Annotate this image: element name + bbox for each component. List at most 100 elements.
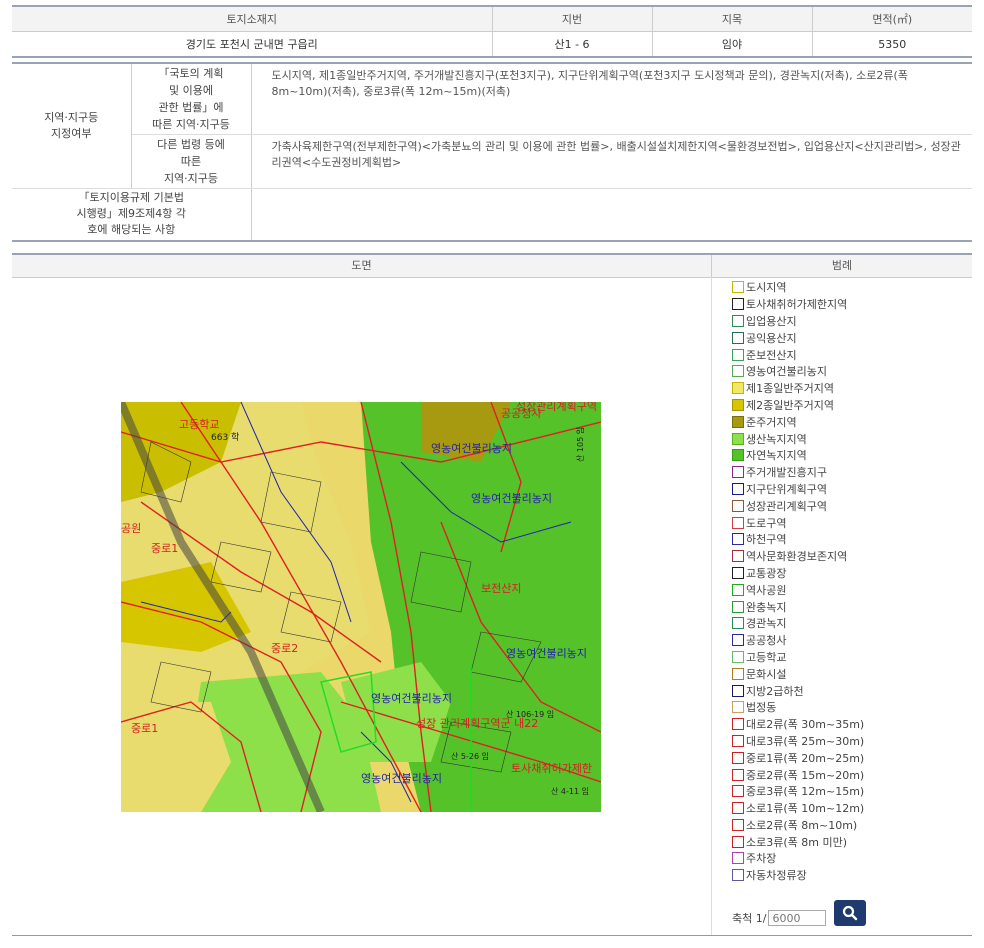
legend-label: 소로3류(폭 8m 미만) <box>746 835 848 849</box>
legend-swatch <box>732 802 744 815</box>
legend-label: 도로구역 <box>746 516 787 530</box>
legend-swatch <box>732 348 744 361</box>
legend-label: 제2종일반주거지역 <box>746 398 834 412</box>
legend-swatch <box>732 600 744 613</box>
legend-label: 생산녹지지역 <box>746 432 807 446</box>
legend-item: 중로3류(폭 12m~15m) <box>732 783 864 800</box>
scale-control: 축척 1/ <box>732 900 867 931</box>
legend-swatch <box>732 818 744 831</box>
legend-item: 대로2류(폭 30m~35m) <box>732 716 864 733</box>
legend-item: 입업용산지 <box>732 313 864 330</box>
parcel-table-header: 토지소재지 지번 지목 면적(㎡) <box>12 5 972 32</box>
zoning-table: 지역·지구등 지정여부 「국토의 계획 및 이용에 관한 법률」에 따른 지역·… <box>12 62 972 242</box>
header-location: 토지소재지 <box>12 5 492 32</box>
legend-label: 중로1류(폭 20m~25m) <box>746 751 865 765</box>
legend-item: 중로1류(폭 20m~25m) <box>732 749 864 766</box>
legend-item: 소로1류(폭 10m~12m) <box>732 800 864 817</box>
legend-swatch <box>732 331 744 344</box>
legend-label: 하천구역 <box>746 533 787 547</box>
legend-label: 대로3류(폭 25m~30m) <box>746 734 865 748</box>
map-label: 영농여건불리농지 <box>431 442 512 455</box>
legend-label: 중로3류(폭 12m~15m) <box>746 785 865 799</box>
legend-swatch <box>732 398 744 411</box>
land-category-value: 임야 <box>651 31 812 58</box>
map-label: 고등학교 <box>179 418 219 431</box>
legend-label: 준보전산지 <box>746 348 797 362</box>
legend-label: 공익용산지 <box>746 331 797 345</box>
legend-swatch <box>732 667 744 680</box>
map-label: 성장관리계획구역 <box>516 402 597 413</box>
legend-label: 자연녹지지역 <box>746 449 807 463</box>
legend-item: 중로2류(폭 15m~20m) <box>732 766 864 783</box>
other-law-value: 가축사육제한구역(전부제한구역)<가축분뇨의 관리 및 이용에 관한 법률>, … <box>251 134 972 189</box>
legend-item: 소로2류(폭 8m~10m) <box>732 817 864 834</box>
map-section: 도면 범례 고등학교 663 학 공원 중로1 공공청사 성장관리계획구역 영농… <box>12 253 972 936</box>
legend-swatch <box>732 634 744 647</box>
map-label: 영농여건불리농지 <box>371 692 452 705</box>
legend-item: 고등학교 <box>732 649 864 666</box>
legend-item: 자동차정류장 <box>732 867 864 884</box>
legend-label: 주거개발진흥지구 <box>746 466 827 480</box>
legend-item: 문화시설 <box>732 665 864 682</box>
legend-item: 준보전산지 <box>732 346 864 363</box>
legend-label: 고등학교 <box>746 650 787 664</box>
legend-label: 소로1류(폭 10m~12m) <box>746 802 865 816</box>
other-law-label: 다른 법령 등에 따른 지역·지구등 <box>131 134 252 189</box>
legend-swatch <box>732 499 744 512</box>
legend-swatch <box>732 566 744 579</box>
legend-swatch <box>732 650 744 663</box>
map-label: 영농여건불리농지 <box>506 647 587 660</box>
zoning-row-national: 지역·지구등 지정여부 「국토의 계획 및 이용에 관한 법률」에 따른 지역·… <box>12 63 972 189</box>
legend-label: 법정동 <box>746 701 777 715</box>
legend-label: 공공청사 <box>746 634 787 648</box>
map-label: 산 4-11 임 <box>551 786 589 796</box>
map-label: 중로1 <box>151 542 178 555</box>
legend-label: 지구단위계획구역 <box>746 482 827 496</box>
map-label: 공원 <box>121 522 141 535</box>
legend-swatch <box>732 415 744 428</box>
legend-swatch <box>732 718 744 731</box>
legend-label: 지방2급하천 <box>746 684 804 698</box>
legend-label: 영농여건불리농지 <box>746 365 827 379</box>
legend-label: 준주거지역 <box>746 415 797 429</box>
legend-item: 토사채취허가제한지역 <box>732 296 864 313</box>
legend-divider <box>711 277 712 935</box>
legend-item: 제2종일반주거지역 <box>732 397 864 414</box>
zoning-main-label: 지역·지구등 지정여부 <box>12 63 132 189</box>
legend-swatch <box>732 466 744 479</box>
legend-label: 역사공원 <box>746 583 787 597</box>
legend-label: 제1종일반주거지역 <box>746 382 834 396</box>
legend-label: 경관녹지 <box>746 617 787 631</box>
legend-item: 성장관리계획구역 <box>732 497 864 514</box>
legend-item: 주거개발진흥지구 <box>732 464 864 481</box>
legend-swatch <box>732 550 744 563</box>
map-label: 산 5-26 임 <box>451 751 489 761</box>
search-button[interactable] <box>834 900 867 926</box>
legend-swatch <box>732 768 744 781</box>
parcel-table: 토지소재지 지번 지목 면적(㎡) 경기도 포천시 군내면 구읍리 산1 - 6… <box>12 5 972 58</box>
legend-swatch <box>732 835 744 848</box>
scale-input[interactable] <box>768 910 827 926</box>
legend-swatch <box>732 533 744 546</box>
search-icon <box>843 905 858 921</box>
legend-item: 제1종일반주거지역 <box>732 380 864 397</box>
legend-item: 생산녹지지역 <box>732 430 864 447</box>
map-label: 토사채취허가제한 <box>511 762 592 775</box>
enforcement-value <box>251 189 972 241</box>
legend-label: 자동차정류장 <box>746 869 807 883</box>
legend-label: 역사문화환경보존지역 <box>746 550 848 564</box>
map-label: 663 학 <box>211 432 239 443</box>
legend-item: 경관녹지 <box>732 615 864 632</box>
parcel-table-row: 경기도 포천시 군내면 구읍리 산1 - 6 임야 5350 <box>12 31 972 58</box>
zoning-map[interactable]: 고등학교 663 학 공원 중로1 공공청사 성장관리계획구역 영농여건불리농지… <box>121 402 601 812</box>
map-label: 보전산지 <box>481 582 521 595</box>
lot-number-value: 산1 - 6 <box>491 31 652 58</box>
legend-swatch <box>732 583 744 596</box>
address-value: 경기도 포천시 군내면 구읍리 <box>12 31 492 58</box>
zoning-row-other: 다른 법령 등에 따른 지역·지구등 가축사육제한구역(전부제한구역)<가축분뇨… <box>12 134 972 189</box>
legend-swatch <box>732 432 744 445</box>
legend-item: 역사문화환경보존지역 <box>732 548 864 565</box>
legend-header: 범례 <box>712 255 972 278</box>
enforcement-label: 「토지이용규제 기본법 시행령」제9조제4항 각 호에 해당되는 사항 <box>12 188 252 241</box>
legend-label: 주차장 <box>746 852 777 866</box>
